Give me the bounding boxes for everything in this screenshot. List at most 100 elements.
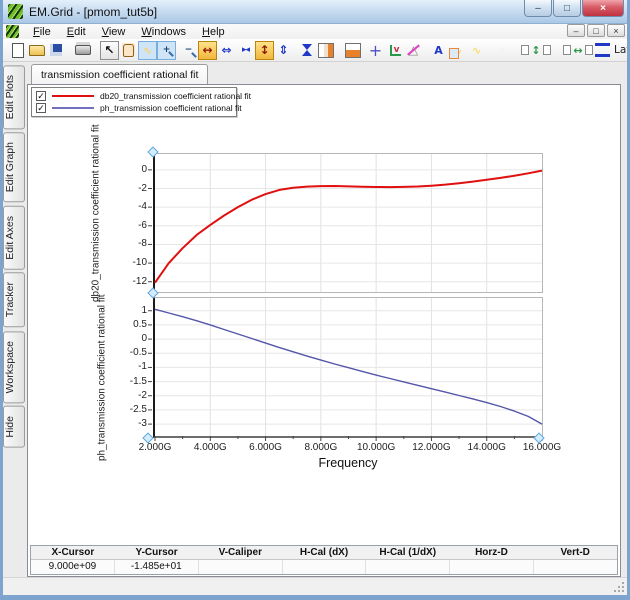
fit-vertical-toggle-icon[interactable]: ↕ bbox=[519, 41, 553, 60]
plot-area-ph[interactable] bbox=[148, 297, 543, 441]
x-tick-label: 12.000G bbox=[412, 442, 451, 453]
x-tick-label: 6.000G bbox=[249, 442, 282, 453]
cursor-col-header: H-Cal (1/dX) bbox=[379, 547, 437, 558]
plot-area-db20[interactable] bbox=[148, 153, 543, 293]
cursor-col-header: V-Caliper bbox=[218, 547, 262, 558]
expand-y-icon[interactable]: ⇕ bbox=[274, 41, 293, 60]
legend: ✓ db20_transmission coefficient rational … bbox=[31, 87, 251, 117]
legend-checkbox-0[interactable]: ✓ bbox=[36, 91, 46, 101]
tab-label: transmission coefficient rational fit bbox=[41, 68, 199, 81]
title-bar[interactable]: EM.Grid - [pmom_tut5b] – □ × bbox=[3, 0, 627, 24]
legend-line-sample-0 bbox=[52, 95, 94, 97]
pointer-tool-icon[interactable]: ↖ bbox=[100, 40, 119, 60]
pan-tool-icon[interactable] bbox=[119, 41, 138, 60]
y-tick-label: -2.5 bbox=[129, 403, 147, 415]
app-window: EM.Grid - [pmom_tut5b] – □ × File Edit Vie… bbox=[0, 0, 630, 600]
split-vertical-icon[interactable] bbox=[316, 41, 335, 60]
cursor-value-cell bbox=[281, 560, 366, 574]
cursor-table-values: 9.000e+09 -1.485e+01 bbox=[31, 560, 617, 574]
clone-plot-window-icon[interactable]: ∿ bbox=[448, 41, 467, 60]
red-plot-icon[interactable]: ∿ bbox=[467, 41, 486, 60]
window-controls: – □ × bbox=[523, 0, 624, 17]
menu-file[interactable]: File bbox=[25, 25, 59, 39]
sidebar-tab-edit-plots[interactable]: Edit Plots bbox=[3, 65, 25, 130]
shrink-y-icon[interactable] bbox=[297, 41, 316, 60]
new-file-icon[interactable] bbox=[8, 41, 27, 60]
cursor-value-cell: -1.485e+01 bbox=[113, 560, 198, 574]
menu-bar: File Edit View Windows Help – □ × bbox=[3, 24, 627, 39]
resize-grip[interactable] bbox=[613, 581, 625, 593]
y-axis-title-ph: ph_transmission coefficient rational fit bbox=[96, 294, 108, 462]
y-tick-label: 0 bbox=[141, 163, 147, 175]
cursor-col-header: H-Cal (dX) bbox=[299, 547, 349, 558]
y-tick-label: 0 bbox=[141, 333, 147, 345]
y-tick-label: -8 bbox=[138, 238, 147, 250]
y-tick-label: -1 bbox=[138, 361, 147, 373]
db20-chart-canvas bbox=[148, 154, 543, 292]
sidebar-tab-tracker[interactable]: Tracker bbox=[3, 272, 25, 328]
legend-checkbox-1[interactable]: ✓ bbox=[36, 103, 46, 113]
toolbar: ↖∿+−↔⇔▸◂↕⇕+v△A∿∿∿↕↔Layout bbox=[3, 39, 627, 62]
axes-tool-icon[interactable]: v bbox=[385, 41, 404, 60]
shrink-x-icon[interactable]: ▸◂ bbox=[236, 41, 255, 60]
y-tick-label: -1.5 bbox=[129, 375, 147, 387]
mdi-restore-button[interactable]: □ bbox=[587, 24, 605, 37]
cursor-value-cell bbox=[449, 560, 533, 574]
crosshair-tool-icon[interactable]: + bbox=[366, 41, 385, 60]
x-tick-label: 8.000G bbox=[304, 442, 338, 453]
y-tick-label: -2 bbox=[138, 389, 147, 401]
tab-strip: transmission coefficient rational fit bbox=[27, 63, 627, 84]
cursor-col-header: Vert-D bbox=[560, 547, 590, 558]
window-title: EM.Grid - [pmom_tut5b] bbox=[29, 4, 158, 19]
mdi-minimize-button[interactable]: – bbox=[567, 24, 585, 37]
sidebar-tab-workspace[interactable]: Workspace bbox=[3, 330, 25, 403]
expand-x-icon[interactable]: ⇔ bbox=[217, 41, 236, 60]
caliper-tool-icon[interactable]: △ bbox=[404, 41, 423, 60]
menu-help[interactable]: Help bbox=[194, 25, 233, 39]
menu-view[interactable]: View bbox=[94, 25, 134, 39]
minimize-button[interactable]: – bbox=[524, 0, 552, 17]
x-axis-title: Frequency bbox=[318, 456, 378, 470]
legend-line-sample-1 bbox=[52, 107, 94, 109]
split-horizontal-icon[interactable] bbox=[343, 41, 362, 60]
sidebar-tab-edit-axes[interactable]: Edit Axes bbox=[3, 205, 25, 270]
print-icon[interactable] bbox=[73, 41, 92, 60]
full-extent-x-icon[interactable]: ↔ bbox=[198, 40, 217, 60]
y-tick-label: -0.5 bbox=[129, 347, 147, 359]
layout-button[interactable]: Layout bbox=[595, 41, 627, 60]
y-tick-label: -4 bbox=[138, 201, 147, 213]
maximize-button[interactable]: □ bbox=[553, 0, 581, 17]
tab-transmission-coefficient[interactable]: transmission coefficient rational fit bbox=[31, 64, 209, 84]
mdi-close-button[interactable]: × bbox=[607, 24, 625, 37]
cursor-table: X-Cursor Y-Cursor V-Caliper H-Cal (dX) H-Cal… bbox=[30, 545, 618, 575]
y-tick-label: -6 bbox=[138, 219, 147, 231]
sidebar-tab-hide[interactable]: Hide bbox=[3, 405, 25, 448]
sidebar: Edit Plots Edit Graph Edit Axes Tracker Work… bbox=[3, 63, 27, 595]
zoom-in-icon[interactable]: + bbox=[157, 40, 176, 60]
cursor-col-header: Horz-D bbox=[475, 547, 508, 558]
fit-horizontal-toggle-icon[interactable]: ↔ bbox=[561, 41, 595, 60]
save-icon[interactable] bbox=[46, 41, 65, 60]
trace-select-icon[interactable]: ∿ bbox=[138, 40, 157, 60]
full-extent-y-icon[interactable]: ↕ bbox=[255, 40, 274, 60]
zoom-out-icon[interactable]: − bbox=[179, 41, 198, 60]
y-tick-label: 0.5 bbox=[133, 318, 147, 330]
cursor-value-cell bbox=[365, 560, 449, 574]
y-tick-label: 1 bbox=[141, 304, 147, 316]
cursor-col-header: Y-Cursor bbox=[135, 547, 178, 558]
black-plot-icon[interactable]: ∿ bbox=[494, 41, 513, 60]
close-button[interactable]: × bbox=[582, 0, 624, 17]
legend-row-0: ✓ db20_transmission coefficient rational … bbox=[36, 90, 251, 102]
cursor-col-header: X-Cursor bbox=[51, 547, 95, 558]
app-logo-icon bbox=[8, 4, 23, 19]
menu-windows[interactable]: Windows bbox=[133, 25, 194, 39]
sidebar-tab-edit-graph[interactable]: Edit Graph bbox=[3, 132, 25, 203]
ph-chart-canvas bbox=[148, 298, 543, 441]
menu-items: File Edit View Windows Help bbox=[25, 26, 233, 38]
menu-edit[interactable]: Edit bbox=[59, 25, 94, 39]
mdi-controls: – □ × bbox=[565, 24, 625, 37]
open-file-icon[interactable] bbox=[27, 41, 46, 60]
text-tool-icon[interactable]: A bbox=[429, 41, 448, 60]
series-line-0 bbox=[154, 169, 543, 284]
cursor-value-cell bbox=[197, 560, 282, 574]
